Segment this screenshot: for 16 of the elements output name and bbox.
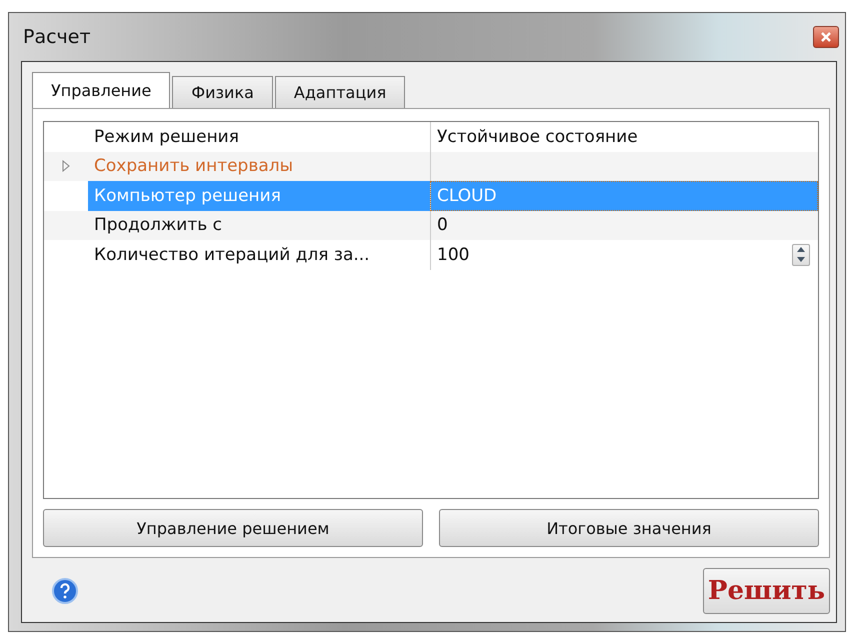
action-button[interactable]: Управление решением [43,509,423,547]
close-icon[interactable] [821,32,831,42]
property-value[interactable]: 100 [430,240,818,270]
action-button[interactable]: Итоговые значения [439,509,819,547]
property-name[interactable]: Количество итераций для за... [88,240,430,270]
tab[interactable]: Физика [172,76,273,108]
expand-icon[interactable] [61,160,71,172]
property-name[interactable]: Продолжить с [88,210,430,240]
window-title: Расчет [23,26,91,48]
help-icon[interactable] [52,578,78,604]
tab[interactable]: Адаптация [274,76,406,108]
solve-button[interactable]: Решить [702,568,830,614]
property-name[interactable]: Режим решения [88,122,430,152]
close-button[interactable] [813,26,839,48]
tab[interactable]: Управление [32,72,170,108]
spinner-icon[interactable] [792,244,810,266]
